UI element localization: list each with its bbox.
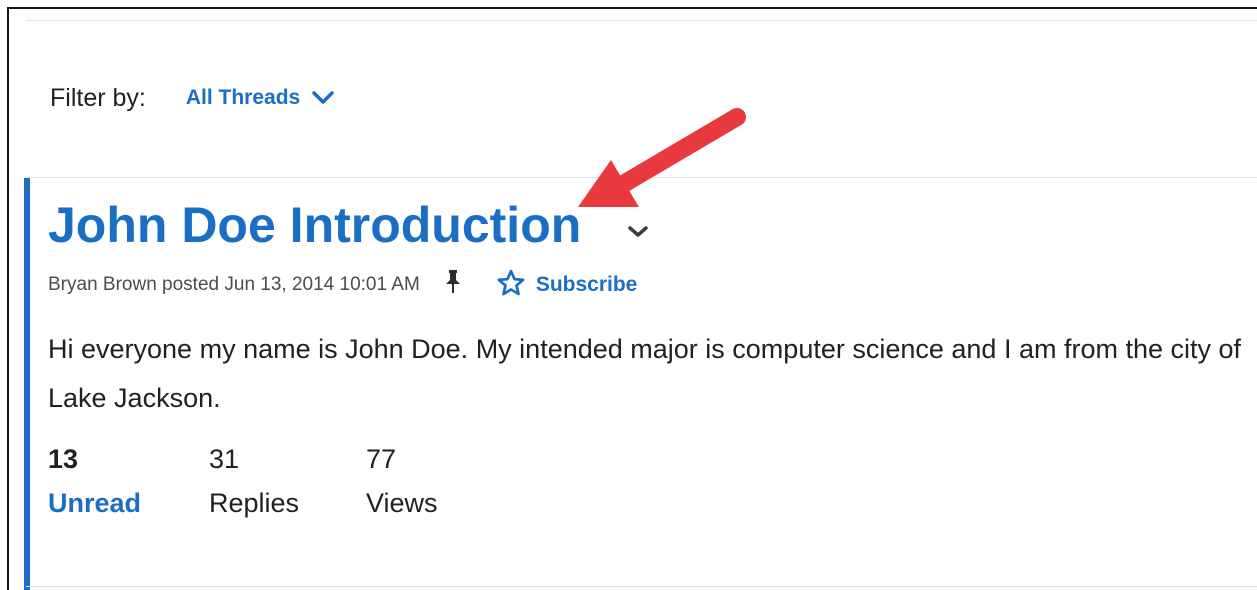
stat-views-label: Views <box>366 488 438 518</box>
thread-posted-info: Bryan Brown posted Jun 13, 2014 10:01 AM <box>48 274 420 295</box>
filter-dropdown[interactable]: All Threads <box>186 86 334 110</box>
top-divider <box>26 20 1257 21</box>
thread-divider <box>26 177 1257 178</box>
thread-body: Hi everyone my name is John Doe. My inte… <box>48 334 1242 413</box>
bottom-divider <box>26 586 1257 587</box>
filter-selected-value[interactable]: All Threads <box>186 86 300 110</box>
thread-item: John Doe Introduction Bryan Brown posted… <box>48 190 1253 523</box>
filter-label: Filter by: <box>50 83 146 112</box>
stat-views: 77 Views <box>366 435 438 523</box>
thread-meta: Bryan Brown posted Jun 13, 2014 10:01 AM… <box>48 268 1253 303</box>
stat-unread-label[interactable]: Unread <box>48 483 209 523</box>
thread-accent-bar <box>24 178 30 590</box>
chevron-down-icon[interactable] <box>312 91 334 105</box>
thread-options-chevron-icon[interactable] <box>627 225 649 239</box>
thread-title-row: John Doe Introduction <box>48 190 1253 260</box>
stat-replies: 31 Replies <box>209 435 366 523</box>
stat-replies-label: Replies <box>209 488 300 518</box>
subscribe-label[interactable]: Subscribe <box>536 273 638 297</box>
subscribe-button[interactable]: Subscribe <box>496 268 638 303</box>
stat-views-count: 77 <box>366 444 397 474</box>
filter-bar: Filter by: All Threads <box>50 78 334 118</box>
pin-icon <box>444 269 462 295</box>
stat-replies-count: 31 <box>209 444 240 474</box>
stat-unread[interactable]: 13 Unread <box>48 435 209 523</box>
star-outline-icon[interactable] <box>496 268 526 303</box>
thread-title-link[interactable]: John Doe Introduction <box>48 196 581 254</box>
stat-unread-count: 13 <box>48 444 79 474</box>
thread-stats: 13 Unread 31 Replies 77 Views <box>48 435 1253 523</box>
